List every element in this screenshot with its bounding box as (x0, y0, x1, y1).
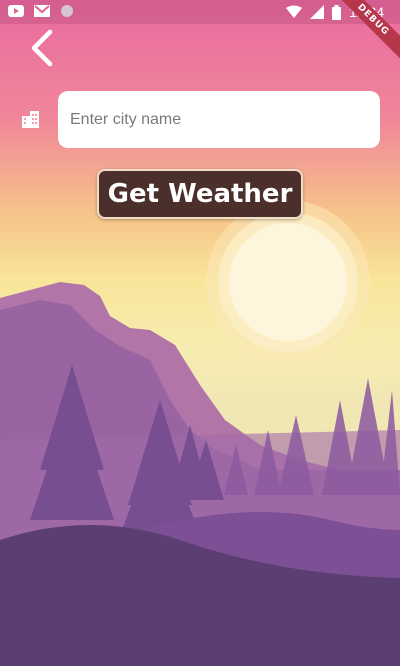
circle-notification-icon (61, 5, 73, 17)
back-button[interactable] (24, 28, 64, 68)
weather-screen: 12:24 DEBUG Get Weather (0, 0, 400, 666)
chevron-left-icon (31, 29, 53, 67)
city-icon (22, 111, 39, 128)
gmail-icon (34, 5, 50, 17)
youtube-icon (8, 5, 24, 17)
sun (229, 223, 347, 341)
signal-icon (309, 5, 324, 19)
battery-icon (331, 4, 341, 20)
get-weather-button[interactable]: Get Weather (97, 169, 303, 219)
status-left-icons (8, 4, 74, 18)
wifi-icon (285, 5, 302, 18)
status-bar: 12:24 DEBUG (0, 0, 400, 65)
city-name-input[interactable] (58, 91, 380, 148)
